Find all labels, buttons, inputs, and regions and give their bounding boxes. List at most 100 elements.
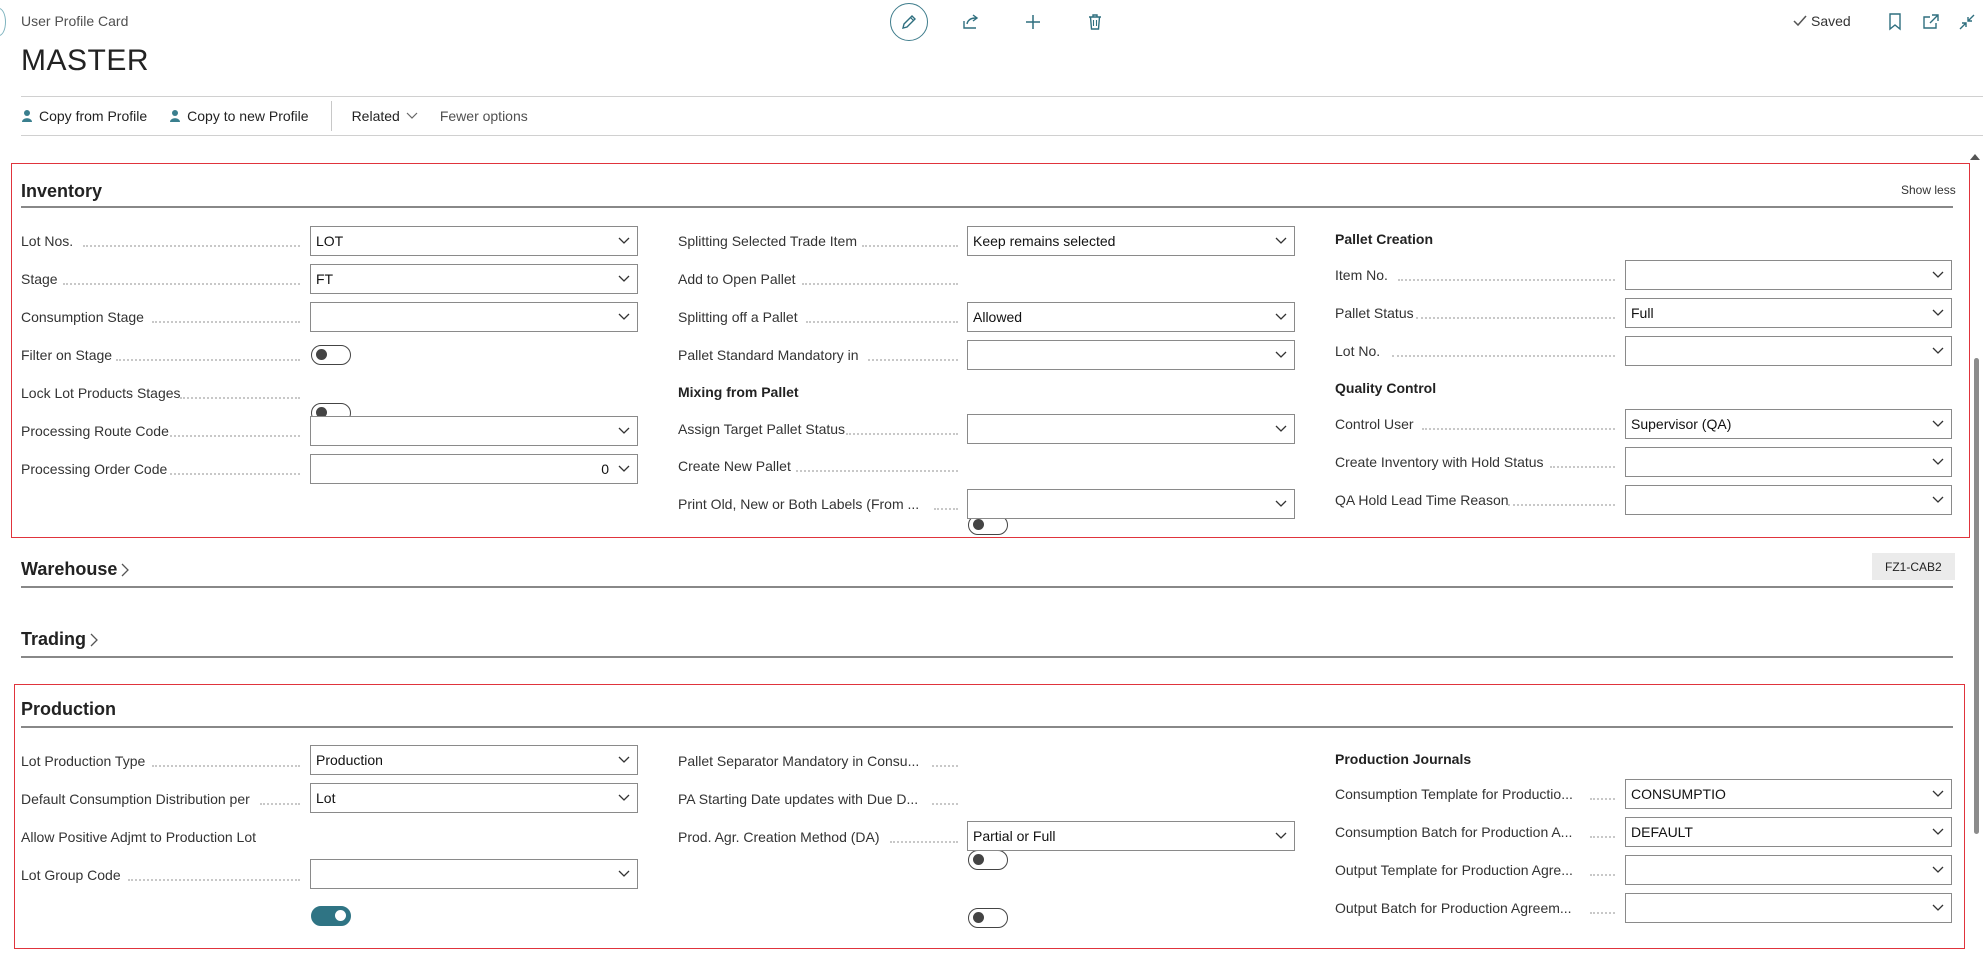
default-consumption-distribution-dropdown[interactable]: Lot [310,783,638,813]
chevron-down-icon [1275,500,1287,507]
edit-button[interactable] [890,3,928,41]
show-less-link[interactable]: Show less [1901,183,1956,197]
collapse-button[interactable] [1950,5,1983,39]
stage-dropdown[interactable]: FT [310,264,638,294]
filter-on-stage-toggle[interactable] [311,345,351,365]
section-divider [21,586,1953,588]
dotted-leader [260,803,300,805]
divider [21,135,1983,136]
delete-button[interactable] [1078,5,1112,39]
warehouse-section-header[interactable]: Warehouse [21,559,130,580]
processing-route-code-dropdown[interactable] [310,416,638,446]
lot-nos-dropdown[interactable]: LOT [310,226,638,256]
inventory-section-title[interactable]: Inventory [21,181,102,202]
dotted-leader [1590,874,1615,876]
chevron-down-icon [406,112,418,119]
item-no-dropdown[interactable] [1625,260,1952,290]
vertical-scrollbar[interactable] [1974,358,1979,834]
control-user-dropdown[interactable]: Supervisor (QA) [1625,409,1952,439]
new-button[interactable] [1016,5,1050,39]
consumption-template-label: Consumption Template for Productio... [1335,786,1573,802]
processing-route-code-label: Processing Route Code [21,423,169,439]
print-labels-dropdown[interactable] [967,489,1295,519]
section-divider [21,656,1953,658]
lot-production-type-dropdown[interactable]: Production [310,745,638,775]
consumption-batch-value: DEFAULT [1631,824,1693,840]
lot-group-code-dropdown[interactable] [310,859,638,889]
chevron-down-icon [1932,309,1944,316]
assign-target-pallet-status-dropdown[interactable] [967,414,1295,444]
copy-from-profile-button[interactable]: Copy from Profile [21,108,147,124]
create-new-pallet-label: Create New Pallet [678,458,791,474]
production-section-title[interactable]: Production [21,699,116,720]
prod-agr-creation-method-dropdown[interactable]: Partial or Full [967,821,1295,851]
default-consumption-distribution-value: Lot [316,790,336,806]
page-title: MASTER [21,44,150,77]
consumption-template-dropdown[interactable]: CONSUMPTIO [1625,779,1952,809]
person-icon [22,110,32,122]
chevron-down-icon [618,794,630,801]
related-menu[interactable]: Related [352,108,418,124]
open-new-window-button[interactable] [1914,5,1948,39]
production-journals-heading: Production Journals [1335,751,1472,767]
trash-icon [1089,14,1101,30]
pa-starting-date-toggle[interactable] [968,908,1008,928]
default-consumption-distribution-label: Default Consumption Distribution per [21,791,250,807]
trading-section-header[interactable]: Trading [21,629,98,650]
fewer-options-button[interactable]: Fewer options [440,108,528,124]
splitting-off-a-pallet-label: Splitting off a Pallet [678,309,798,325]
pallet-standard-mandatory-dropdown[interactable] [967,340,1295,370]
create-inventory-hold-status-dropdown[interactable] [1625,447,1952,477]
share-button[interactable] [954,5,988,39]
processing-order-code-field[interactable]: 0 [310,454,638,484]
divider [21,96,1983,97]
chevron-down-icon [1932,458,1944,465]
pallet-status-dropdown[interactable]: Full [1625,298,1952,328]
dotted-leader [128,879,300,881]
related-label: Related [351,108,400,124]
lot-nos-value: LOT [316,233,344,249]
dotted-leader [934,508,958,510]
chevron-down-icon [618,313,630,320]
chevron-down-icon [618,756,630,763]
copy-to-new-profile-label: Copy to new Profile [187,108,309,124]
processing-order-code-value: 0 [601,461,609,477]
caret-up-icon [1970,154,1980,160]
share-icon [963,14,979,29]
copy-from-profile-label: Copy from Profile [39,108,148,124]
control-user-value: Supervisor (QA) [1631,416,1732,432]
consumption-batch-dropdown[interactable]: DEFAULT [1625,817,1952,847]
chevron-down-icon [618,237,630,244]
filter-on-stage-label: Filter on Stage [21,347,113,363]
dotted-leader [63,283,300,285]
qa-hold-lead-time-reason-dropdown[interactable] [1625,485,1952,515]
dotted-leader [170,473,300,475]
dotted-leader [83,245,300,247]
chevron-down-icon [1932,420,1944,427]
pallet-separator-mandatory-toggle[interactable] [968,850,1008,870]
person-icon [170,110,181,122]
save-status: Saved [1793,13,1851,29]
output-template-dropdown[interactable] [1625,855,1952,885]
dotted-leader [116,359,300,361]
splitting-selected-trade-item-dropdown[interactable]: Keep remains selected [967,226,1295,256]
bookmark-button[interactable] [1878,5,1912,39]
lot-no-dropdown[interactable] [1625,336,1952,366]
dotted-leader [806,321,958,323]
chevron-down-icon [1932,828,1944,835]
consumption-stage-dropdown[interactable] [310,302,638,332]
output-batch-dropdown[interactable] [1625,893,1952,923]
qa-hold-lead-time-reason-label: QA Hold Lead Time Reason [1335,492,1509,508]
copy-to-new-profile-button[interactable]: Copy to new Profile [169,108,309,124]
assign-target-pallet-status-label: Assign Target Pallet Status [678,421,846,437]
plus-icon [1026,15,1040,29]
splitting-off-a-pallet-dropdown[interactable]: Allowed [967,302,1295,332]
lot-no-label: Lot No. [1335,343,1381,359]
pallet-status-value: Full [1631,305,1654,321]
lock-lot-products-stages-label: Lock Lot Products Stages [21,385,181,401]
scroll-up-button[interactable] [1970,147,1982,160]
stage-label: Stage [21,271,58,287]
dotted-leader [180,397,300,399]
lot-group-code-label: Lot Group Code [21,867,121,883]
allow-positive-adjmt-toggle[interactable] [311,906,351,926]
